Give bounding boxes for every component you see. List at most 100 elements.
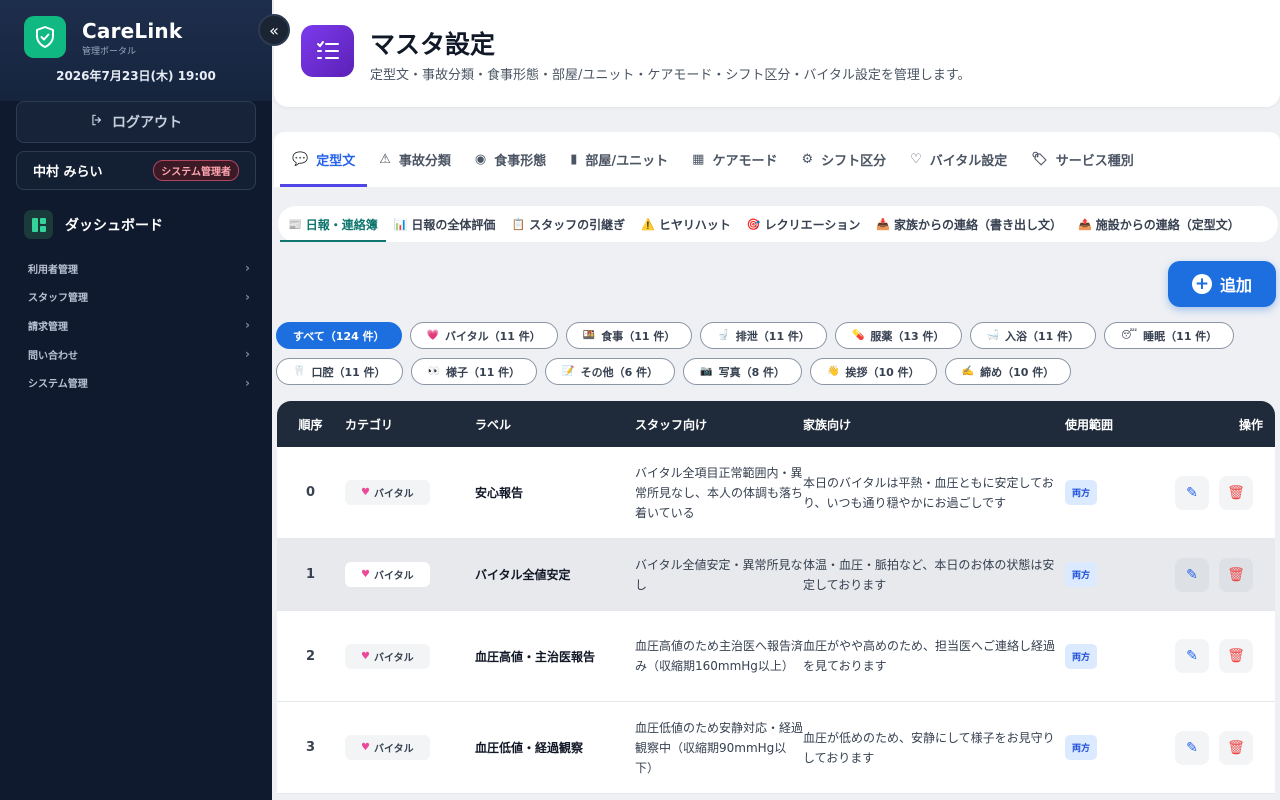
filter-chip-photo[interactable]: 📷 写真（8 件） [683, 358, 803, 385]
plus-icon: + [1191, 274, 1212, 294]
nav-label: 請求管理 [28, 321, 68, 333]
tab-rooms-units[interactable]: ▮ 部屋/ユニット [558, 132, 680, 187]
chip-label: すべて（124 件） [293, 329, 385, 343]
outbox-icon: 📤 [1078, 217, 1092, 231]
category-label: バイタル [373, 652, 414, 664]
nav-label: システム管理 [28, 379, 88, 391]
tab-label: 事故分類 [398, 154, 451, 169]
warning-icon: ⚠️ [641, 217, 655, 231]
row-staff-text: 血圧低値のため安静対応・経過観察中（収縮期90mmHg以下） [635, 720, 804, 775]
col-ops: 操作 [1238, 417, 1263, 432]
filter-chip-oral[interactable]: 🦷 口腔（11 件） [276, 358, 403, 385]
table-row: 1 ♥ バイタル バイタル全値安定 バイタル全値安定・異常所見なし 体温・血圧・脈… [277, 539, 1275, 611]
tab-label: バイタル設定 [929, 154, 1008, 169]
row-family-text: 本日のバイタルは平熱・血圧ともに安定しており、いつも通り穏やかにお過ごしです [803, 475, 1054, 510]
chip-label: 写真（8 件） [718, 365, 786, 379]
category-label: バイタル [373, 744, 414, 755]
delete-button[interactable]: 🗑 [1219, 730, 1253, 765]
eyes-icon: 👀 [427, 366, 441, 377]
user-name: 中村 みらい [33, 165, 103, 180]
filter-chip-condition[interactable]: 👀 様子（11 件） [410, 358, 538, 385]
target-icon: 🎯 [746, 217, 761, 231]
chevron-right-icon: › [245, 347, 250, 362]
edit-icon: ✎ [1186, 739, 1198, 756]
row-staff-text: 血圧高値のため主治医へ報告済み（収縮期160mmHg以上） [635, 639, 804, 673]
delete-button[interactable]: 🗑 [1219, 639, 1253, 673]
subtab-facility-messages[interactable]: 📤 施設からの連絡（定型文） [1070, 206, 1248, 242]
nav-dashboard[interactable]: ダッシュボード [24, 210, 163, 239]
chip-row: 🦷 口腔（11 件） 👀 様子（11 件） 📝 その他（6 件） 📷 写真（8 件） 👋… [276, 358, 1276, 385]
logout-button[interactable]: ログアウト [16, 101, 256, 143]
edit-button[interactable]: ✎ [1175, 730, 1209, 765]
tab-meal-forms[interactable]: ◉ 食事形態 [463, 132, 558, 187]
row-label: 血圧低値・経過観察 [475, 741, 584, 755]
chevron-right-icon: › [245, 289, 250, 304]
trash-icon: 🗑 [1227, 566, 1245, 583]
heart-icon: ♥ [361, 569, 370, 580]
delete-button[interactable]: 🗑 [1219, 557, 1253, 592]
row-category: ♥ バイタル [344, 735, 475, 760]
logout-label: ログアウト [112, 115, 182, 131]
subtab-staff-handover[interactable]: 📋 スタッフの引継ぎ [503, 206, 633, 242]
col-family: 家族向け [803, 417, 852, 432]
row-family-text: 血圧が低めのため、安静にして様子をお見守りしております [803, 730, 1055, 765]
nav-item-inquiries[interactable]: 問い合わせ › [28, 340, 250, 369]
subtab-label: レクリエーション [764, 217, 861, 232]
filter-chip-all[interactable]: すべて（124 件） [276, 322, 402, 349]
tab-shift-types[interactable]: ⚙ シフト区分 [789, 132, 898, 187]
edit-button[interactable]: ✎ [1175, 639, 1209, 673]
bar-chart-icon: 📊 [393, 217, 408, 231]
chip-label: バイタル（11 件） [445, 329, 541, 343]
scope-badge: 両方 [1065, 562, 1098, 587]
subtab-family-messages[interactable]: 📥 家族からの連絡（書き出し文） [868, 206, 1070, 242]
edit-button[interactable]: ✎ [1175, 557, 1209, 592]
master-tabs: 💬 定型文 ⚠ 事故分類 ◉ 食事形態 ▮ 部屋/ユニット ▦ ケアモード ⚙ シフト区分 … [274, 132, 1280, 187]
tab-care-modes[interactable]: ▦ ケアモード [680, 132, 789, 187]
subtab-label: ヒヤリハット [658, 217, 731, 232]
filter-chip-other[interactable]: 📝 その他（6 件） [545, 358, 676, 385]
add-button[interactable]: + 追加 [1168, 261, 1276, 307]
filter-chip-closing[interactable]: ✍️ 締め（10 件） [944, 358, 1072, 385]
tab-incident-types[interactable]: ⚠ 事故分類 [367, 132, 463, 187]
subtab-near-miss[interactable]: ⚠️ ヒヤリハット [633, 206, 739, 242]
category-badge: ♥ バイタル [345, 480, 430, 505]
edit-button[interactable]: ✎ [1175, 475, 1209, 510]
filter-chip-vital[interactable]: 💗 バイタル（11 件） [409, 322, 558, 349]
memo-icon: 📝 [562, 366, 575, 377]
main-content: マスタ設定 定型文・事故分類・食事形態・部屋/ユニット・ケアモード・シフト区分・… [272, 0, 1280, 800]
nav-item-users[interactable]: 利用者管理 › [28, 254, 250, 283]
subtab-overall-evaluation[interactable]: 📊 日報の全体評価 [386, 206, 504, 242]
row-label: バイタル全値安定 [475, 568, 571, 582]
shield-check-icon [24, 16, 66, 58]
subtab-daily-report[interactable]: 📰 日報・連絡簿 [280, 206, 386, 242]
tab-service-types[interactable]: 🏷 サービス種別 [1019, 132, 1146, 187]
collapse-sidebar-button[interactable]: « [258, 14, 290, 46]
chevron-right-icon: › [245, 375, 250, 390]
door-icon: ▮ [570, 152, 578, 167]
trash-icon: 🗑 [1227, 648, 1245, 664]
filter-chip-meal[interactable]: 🍱 食事（11 件） [565, 322, 693, 349]
filter-chip-sleep[interactable]: 😴 睡眠（11 件） [1104, 322, 1235, 349]
filter-chip-greeting[interactable]: 👋 挨拶（10 件） [810, 358, 937, 385]
row-scope: 両方 [1065, 735, 1175, 760]
subtab-recreation[interactable]: 🎯 レクリエーション [739, 206, 868, 242]
chevron-right-icon: › [245, 261, 250, 276]
edit-icon: ✎ [1186, 566, 1198, 583]
table-row: 0 ♥ バイタル 安心報告 バイタル全項目正常範囲内・異常所見なし、本人の体調も落… [277, 447, 1275, 539]
tab-templates[interactable]: 💬 定型文 [280, 132, 368, 187]
filter-chip-bath[interactable]: 🛁 入浴（11 件） [969, 322, 1097, 349]
delete-button[interactable]: 🗑 [1219, 475, 1253, 510]
nav-item-billing[interactable]: 請求管理 › [28, 311, 250, 340]
nav-item-system[interactable]: システム管理 › [28, 368, 250, 397]
row-actions: ✎ 🗑 [1175, 639, 1275, 673]
tab-vital-settings[interactable]: ♡ バイタル設定 [898, 132, 1019, 187]
col-order[interactable]: 順序 [277, 416, 344, 433]
list-settings-icon [301, 25, 354, 77]
filter-chip-excretion[interactable]: 🚽 排泄（11 件） [700, 322, 827, 349]
filter-chip-medication[interactable]: 💊 服薬（13 件） [834, 322, 962, 349]
nav-item-staff[interactable]: スタッフ管理 › [28, 283, 250, 312]
category-badge: ♥ バイタル [345, 562, 430, 587]
clipboard-icon: 📋 [511, 217, 526, 231]
toilet-icon: 🚽 [717, 330, 730, 341]
row-category: ♥ バイタル [344, 562, 475, 587]
